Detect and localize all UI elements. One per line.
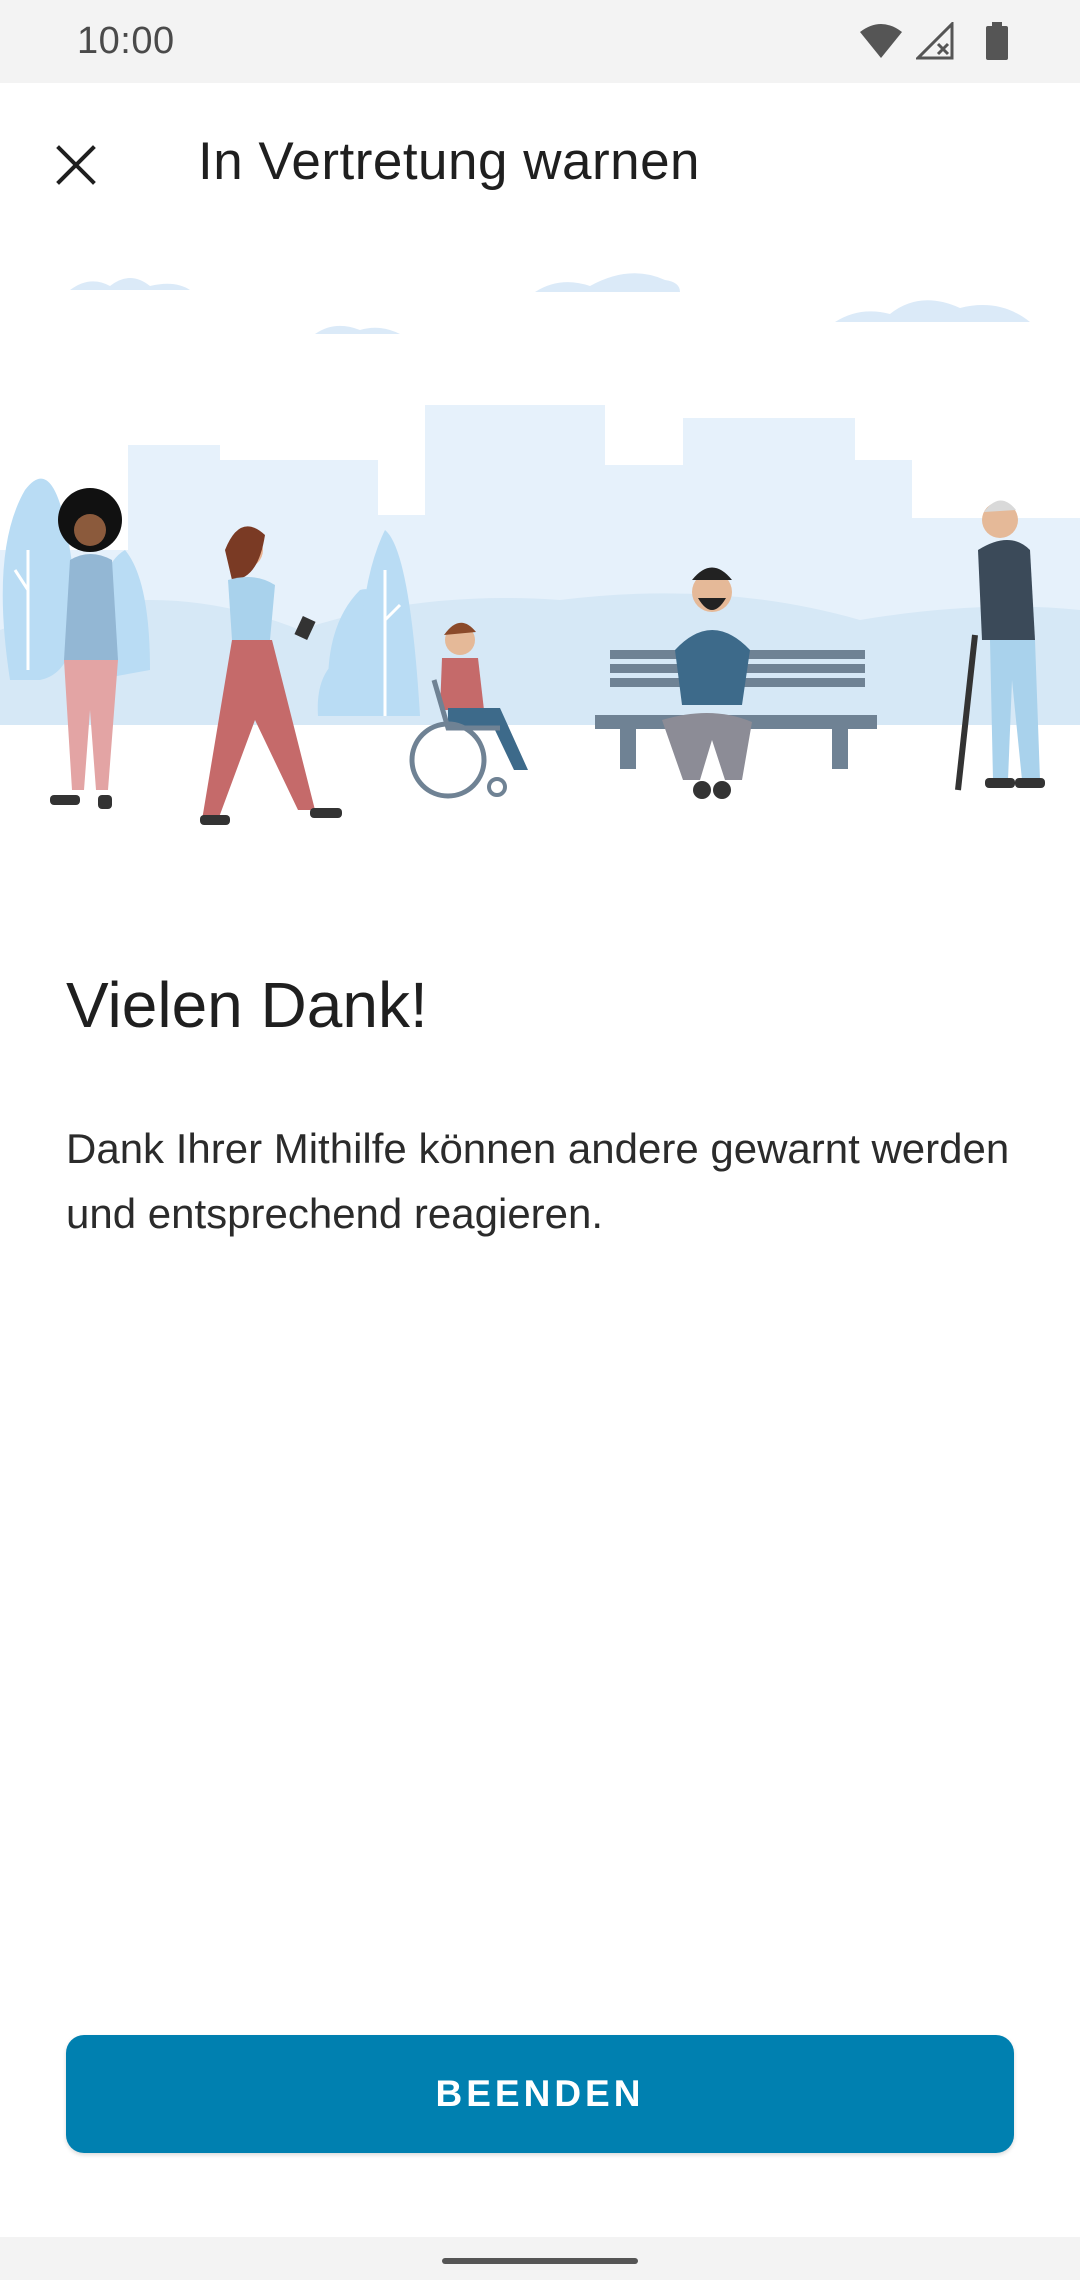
- status-bar: 10:00: [0, 0, 1080, 83]
- navigation-bar: [0, 2237, 1080, 2280]
- wifi-icon: [860, 24, 902, 58]
- battery-icon: [986, 22, 1008, 60]
- app-bar: In Vertretung warnen: [0, 83, 1080, 243]
- status-time: 10:00: [77, 20, 175, 62]
- close-icon: [56, 145, 96, 185]
- body-text: Dank Ihrer Mithilfe können andere gewarn…: [66, 1125, 1010, 1237]
- headline: Vielen Dank!: [66, 969, 428, 1041]
- signal-icon: [916, 22, 954, 60]
- people-illustration: [0, 273, 1080, 825]
- close-button[interactable]: [36, 125, 116, 205]
- finish-button[interactable]: BEENDEN: [66, 2035, 1014, 2153]
- home-gesture-handle[interactable]: [442, 2258, 638, 2264]
- page-title: In Vertretung warnen: [198, 132, 701, 191]
